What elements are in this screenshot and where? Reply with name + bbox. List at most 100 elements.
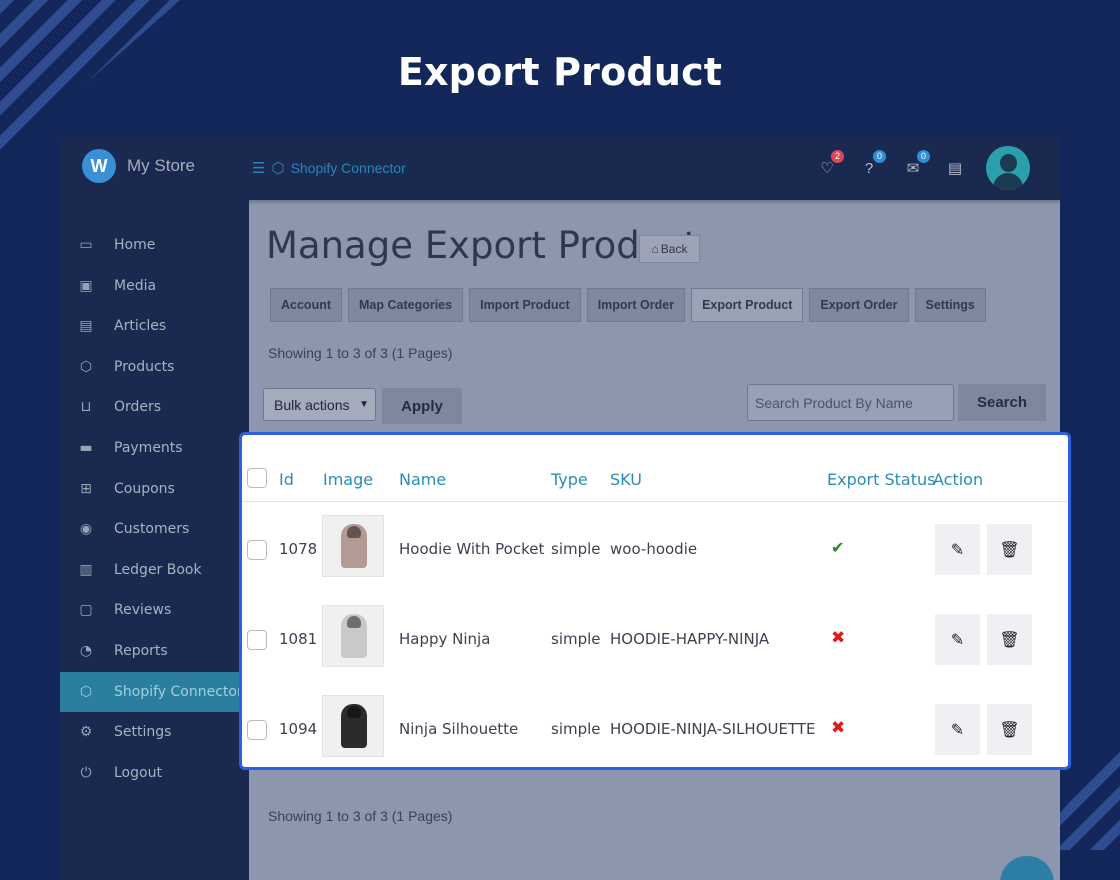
sidebar-item-customers[interactable]: ◉ Customers	[60, 509, 249, 549]
product-name: Hoodie With Pocket	[399, 540, 545, 558]
product-thumbnail[interactable]	[322, 695, 384, 757]
sidebar-item-label: Media	[114, 277, 157, 294]
sidebar-item-reviews[interactable]: ▢ Reviews	[60, 590, 249, 630]
tab-export-product[interactable]: Export Product	[691, 288, 804, 322]
tab-import-order[interactable]: Import Order	[586, 288, 686, 322]
sidebar-item-label: Settings	[114, 724, 172, 741]
edit-button[interactable]: ✎	[935, 614, 980, 665]
sidebar-item-settings[interactable]: ⚙ Settings	[60, 712, 249, 752]
cross-icon: ✖	[831, 718, 846, 737]
products-table: Id Image Name Type SKU Export Status Action 10…	[239, 432, 1071, 770]
laptop-icon: ▭	[79, 237, 93, 253]
gears-icon: ⚙	[79, 724, 93, 741]
user-circle-icon: ◉	[79, 521, 93, 538]
row-checkbox[interactable]	[247, 720, 267, 740]
notifications-badge: 2	[831, 150, 844, 163]
help-icon[interactable]: ? 0	[858, 150, 886, 180]
book-icon[interactable]: ▤	[944, 158, 966, 180]
sidebar-item-articles[interactable]: ▤ Articles	[60, 306, 249, 346]
page-title: Manage Export Product	[266, 224, 699, 267]
tab-export-order[interactable]: Export Order	[809, 288, 909, 322]
apply-button[interactable]: Apply	[382, 388, 462, 424]
avatar[interactable]	[986, 146, 1030, 190]
help-badge: 0	[873, 150, 886, 163]
column-header-type: Type	[551, 470, 588, 489]
product-thumbnail[interactable]	[322, 605, 384, 667]
gift-icon: ⊞	[80, 480, 92, 497]
product-type: simple	[551, 540, 601, 558]
image-icon: ▣	[79, 277, 93, 294]
chevron-down-icon: ▼	[359, 399, 369, 410]
top-bar: W My Store ☰ ⬡ Shopify Connector ♡ 2 ? 0…	[60, 138, 1060, 200]
search-button[interactable]: Search	[958, 384, 1046, 421]
avatar-head	[1000, 154, 1017, 172]
search-input[interactable]: Search Product By Name	[747, 384, 954, 421]
check-icon: ✔	[831, 540, 845, 557]
sidebar-item-label: Home	[114, 237, 156, 253]
sidebar-item-label: Reports	[114, 643, 168, 659]
pencil-icon: ✎	[950, 721, 965, 739]
tab-settings[interactable]: Settings	[914, 288, 986, 322]
sidebar-item-products[interactable]: ⬡ Products	[60, 347, 249, 387]
sidebar-item-payments[interactable]: ▬ Payments	[60, 428, 249, 468]
trash-icon: 🗑	[999, 631, 1020, 649]
breadcrumb-label[interactable]: Shopify Connector	[291, 160, 406, 176]
sidebar-item-label: Reviews	[114, 602, 172, 619]
sidebar-item-home[interactable]: ▭ Home	[60, 225, 249, 265]
cash-icon: ▥	[79, 561, 93, 578]
select-all-checkbox[interactable]	[247, 468, 267, 488]
edit-button[interactable]: ✎	[935, 704, 980, 755]
sidebar-item-ledger-book[interactable]: ▥ Ledger Book	[60, 550, 249, 590]
sidebar-item-coupons[interactable]: ⊞ Coupons	[60, 469, 249, 509]
product-type: simple	[551, 630, 601, 648]
trash-icon: 🗑	[999, 541, 1020, 559]
bulk-actions-select[interactable]: Bulk actions ▼	[263, 388, 376, 421]
back-button[interactable]: ⌂ Back	[639, 235, 700, 263]
hoodie-hood	[347, 706, 361, 718]
sidebar-item-shopify-connector[interactable]: ⬡ Shopify Connector	[60, 671, 249, 712]
row-checkbox[interactable]	[247, 540, 267, 560]
chat-icon: ▢	[79, 602, 93, 619]
product-name: Happy Ninja	[399, 630, 491, 648]
megaphone-icon[interactable]: ✉ 0	[902, 150, 930, 180]
product-thumbnail[interactable]	[322, 515, 384, 577]
sidebar-item-label: Products	[114, 358, 175, 375]
product-id: 1094	[279, 720, 318, 738]
brand-logo[interactable]: W	[82, 149, 116, 183]
table-header: Id Image Name Type SKU Export Status Action	[242, 435, 1068, 502]
bell-icon[interactable]: ♡ 2	[816, 150, 844, 180]
document-icon: ▤	[79, 318, 93, 335]
table-row: 1094 Ninja Silhouette simple HOODIE-NINJ…	[242, 685, 1068, 767]
delete-button[interactable]: 🗑	[987, 524, 1032, 575]
sidebar-item-orders[interactable]: ⊔ Orders	[60, 387, 249, 427]
edit-button[interactable]: ✎	[935, 524, 980, 575]
tab-import-product[interactable]: Import Product	[469, 288, 581, 322]
hoodie-hood	[347, 526, 361, 538]
credit-card-icon: ▬	[79, 440, 93, 456]
product-id: 1081	[279, 630, 318, 648]
hoodie-image	[341, 704, 367, 748]
delete-button[interactable]: 🗑	[987, 614, 1032, 665]
cross-icon: ✖	[831, 628, 846, 647]
box-icon: ⬡	[79, 683, 93, 700]
sidebar-item-label: Orders	[114, 399, 162, 416]
product-id: 1078	[279, 540, 318, 558]
column-header-export-status: Export Status	[827, 470, 936, 489]
column-header-id: Id	[279, 470, 294, 489]
sidebar-item-label: Customers	[114, 521, 190, 538]
sidebar-item-label: Shopify Connector	[114, 683, 243, 700]
sidebar-item-label: Articles	[114, 318, 167, 335]
menu-icon[interactable]: ☰	[252, 159, 265, 177]
brand-name[interactable]: My Store	[127, 156, 195, 176]
trash-icon: 🗑	[999, 721, 1020, 739]
sidebar-item-logout[interactable]: ⏻ Logout	[60, 753, 249, 793]
delete-button[interactable]: 🗑	[987, 704, 1032, 755]
sidebar-item-media[interactable]: ▣ Media	[60, 266, 249, 306]
pagination-info-bottom: Showing 1 to 3 of 3 (1 Pages)	[268, 808, 453, 824]
tab-account[interactable]: Account	[270, 288, 342, 322]
hoodie-image	[341, 614, 367, 658]
row-checkbox[interactable]	[247, 630, 267, 650]
sidebar-item-label: Payments	[114, 440, 183, 456]
sidebar-item-reports[interactable]: ◔ Reports	[60, 631, 249, 671]
tab-map-categories[interactable]: Map Categories	[348, 288, 464, 322]
